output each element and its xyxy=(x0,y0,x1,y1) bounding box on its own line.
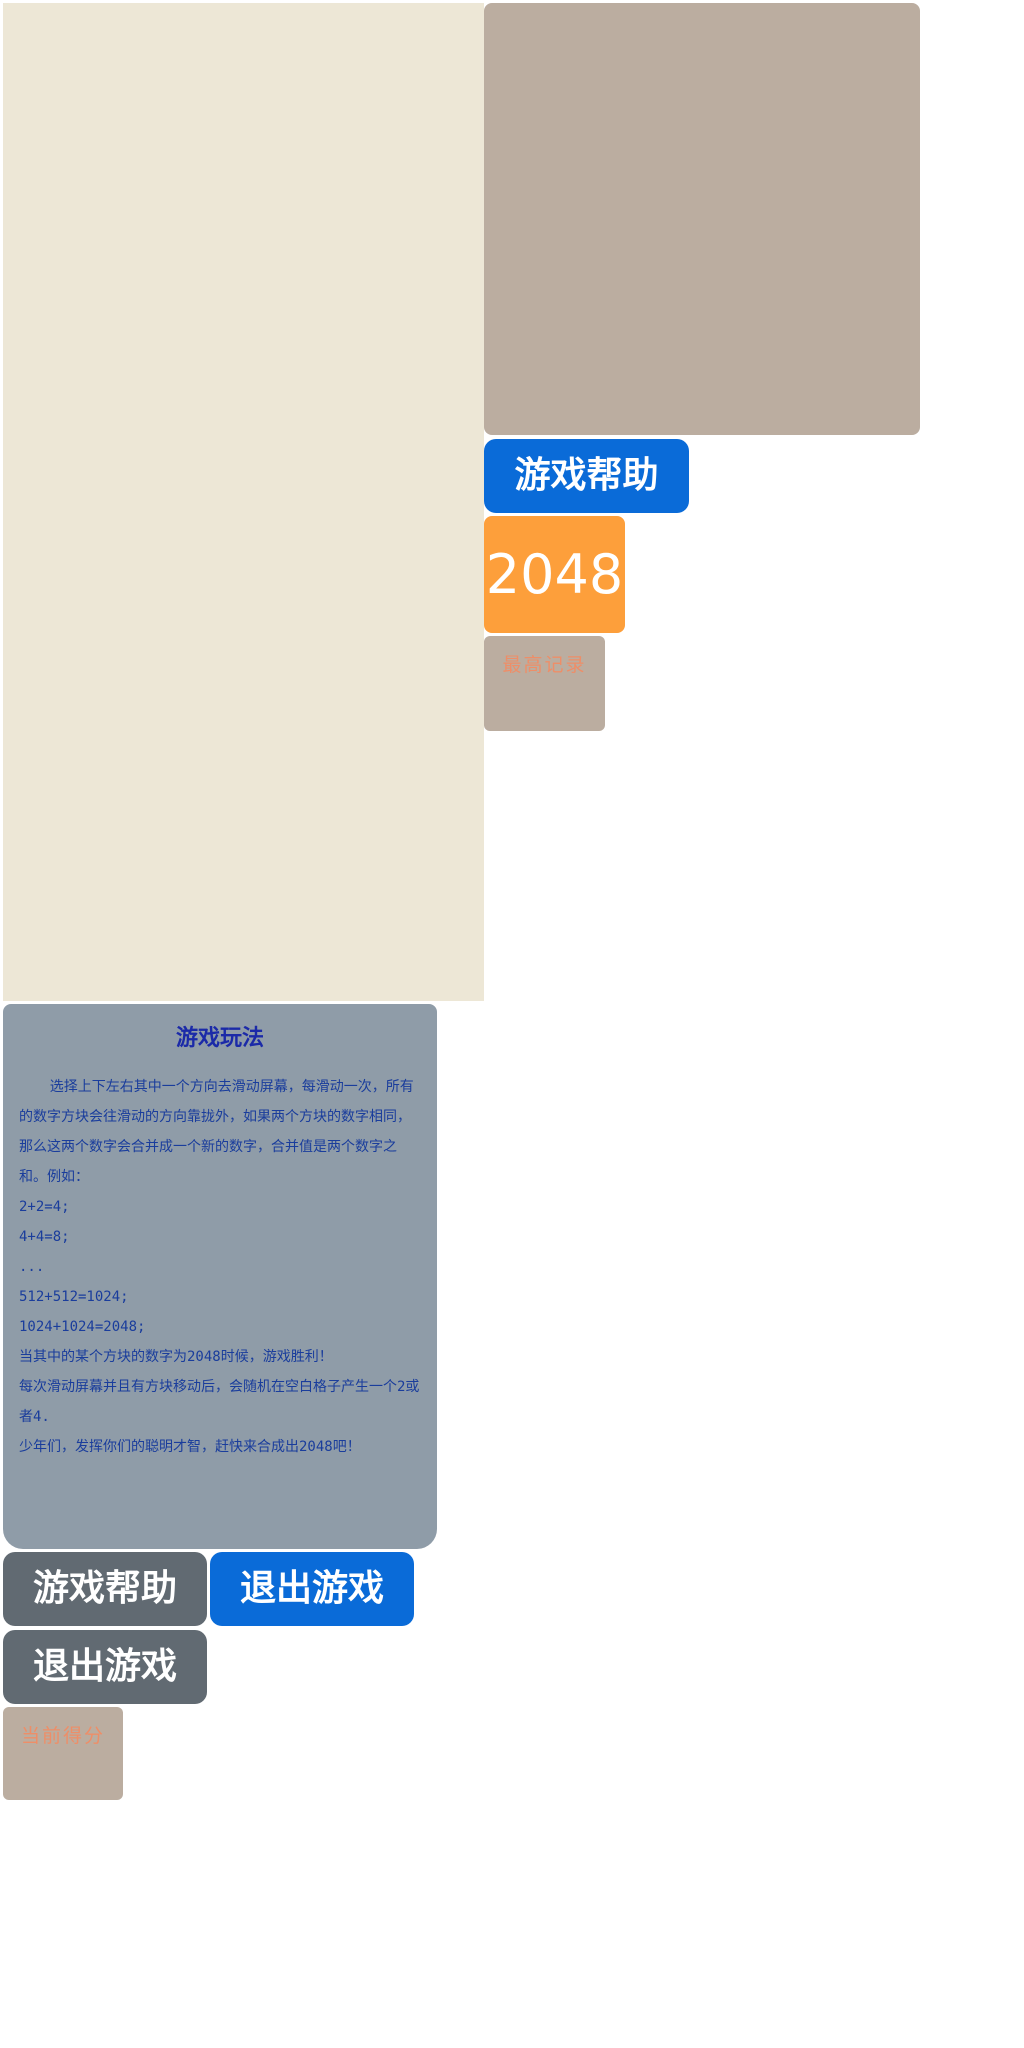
exit-game-button-blue[interactable]: 退出游戏 xyxy=(210,1552,414,1626)
help-win-rule: 当其中的某个方块的数字为2048时候，游戏胜利！ xyxy=(19,1349,333,1365)
current-score-label: 当前得分 xyxy=(20,1725,105,1747)
help-example: 2+2=4; xyxy=(19,1199,70,1215)
help-panel: 游戏玩法 选择上下左右其中一个方向去滑动屏幕，每滑动一次，所有的数字方块会往滑动… xyxy=(3,1004,437,1549)
best-score-box: 最高记录 xyxy=(484,636,605,731)
help-example: ... xyxy=(19,1259,45,1275)
help-example: 4+4=8; xyxy=(19,1229,70,1245)
help-title: 游戏玩法 xyxy=(175,1026,264,1051)
help-example: 1024+1024=2048; xyxy=(19,1319,146,1335)
exit-game-button-gray[interactable]: 退出游戏 xyxy=(3,1630,207,1704)
game-logo-tile: 2048 xyxy=(484,516,625,633)
help-example: 512+512=1024; xyxy=(19,1289,129,1305)
help-spawn-rule: 每次滑动屏幕并且有方块移动后，会随机在空白格子产生一个2或者4. xyxy=(19,1379,420,1425)
help-rule-intro: 选择上下左右其中一个方向去滑动屏幕，每滑动一次，所有的数字方块会往滑动的方向靠拢… xyxy=(19,1079,414,1185)
best-score-label: 最高记录 xyxy=(502,654,587,676)
help-encouragement: 少年们，发挥你们的聪明才智，赶快来合成出2048吧！ xyxy=(19,1439,361,1455)
current-score-box: 当前得分 xyxy=(3,1707,123,1800)
help-button-bottom[interactable]: 游戏帮助 xyxy=(3,1552,207,1626)
game-panel-background xyxy=(3,3,484,1001)
game-board[interactable] xyxy=(484,3,920,435)
help-button-top[interactable]: 游戏帮助 xyxy=(484,439,689,513)
